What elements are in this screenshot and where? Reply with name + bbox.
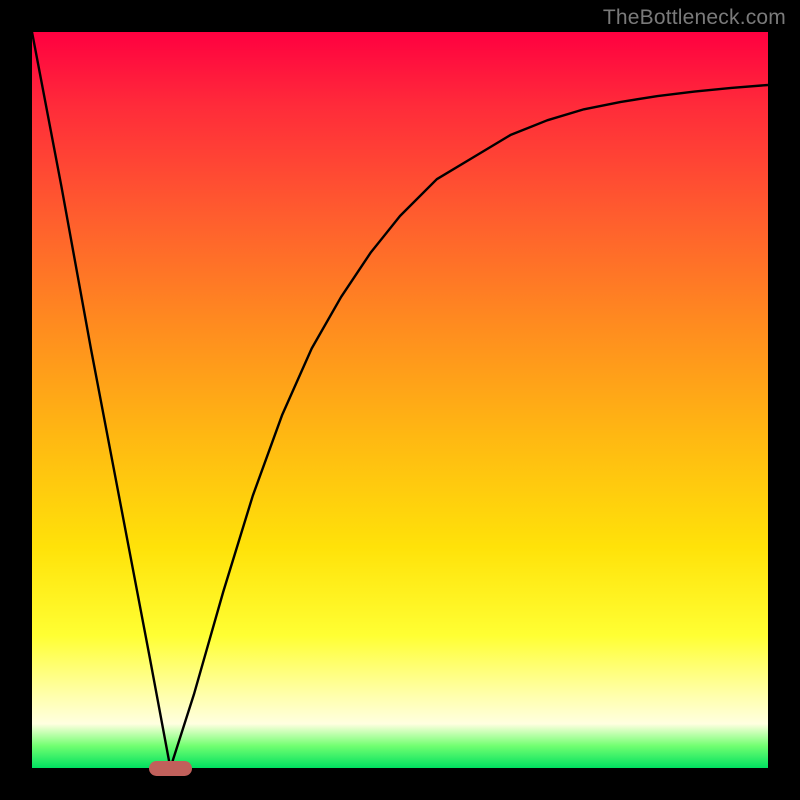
chart-frame: TheBottleneck.com	[0, 0, 800, 800]
watermark-text: TheBottleneck.com	[603, 6, 786, 30]
plot-area	[32, 32, 768, 768]
bottleneck-curve	[32, 32, 768, 768]
curve-svg	[32, 32, 768, 768]
optimum-marker	[149, 761, 192, 776]
